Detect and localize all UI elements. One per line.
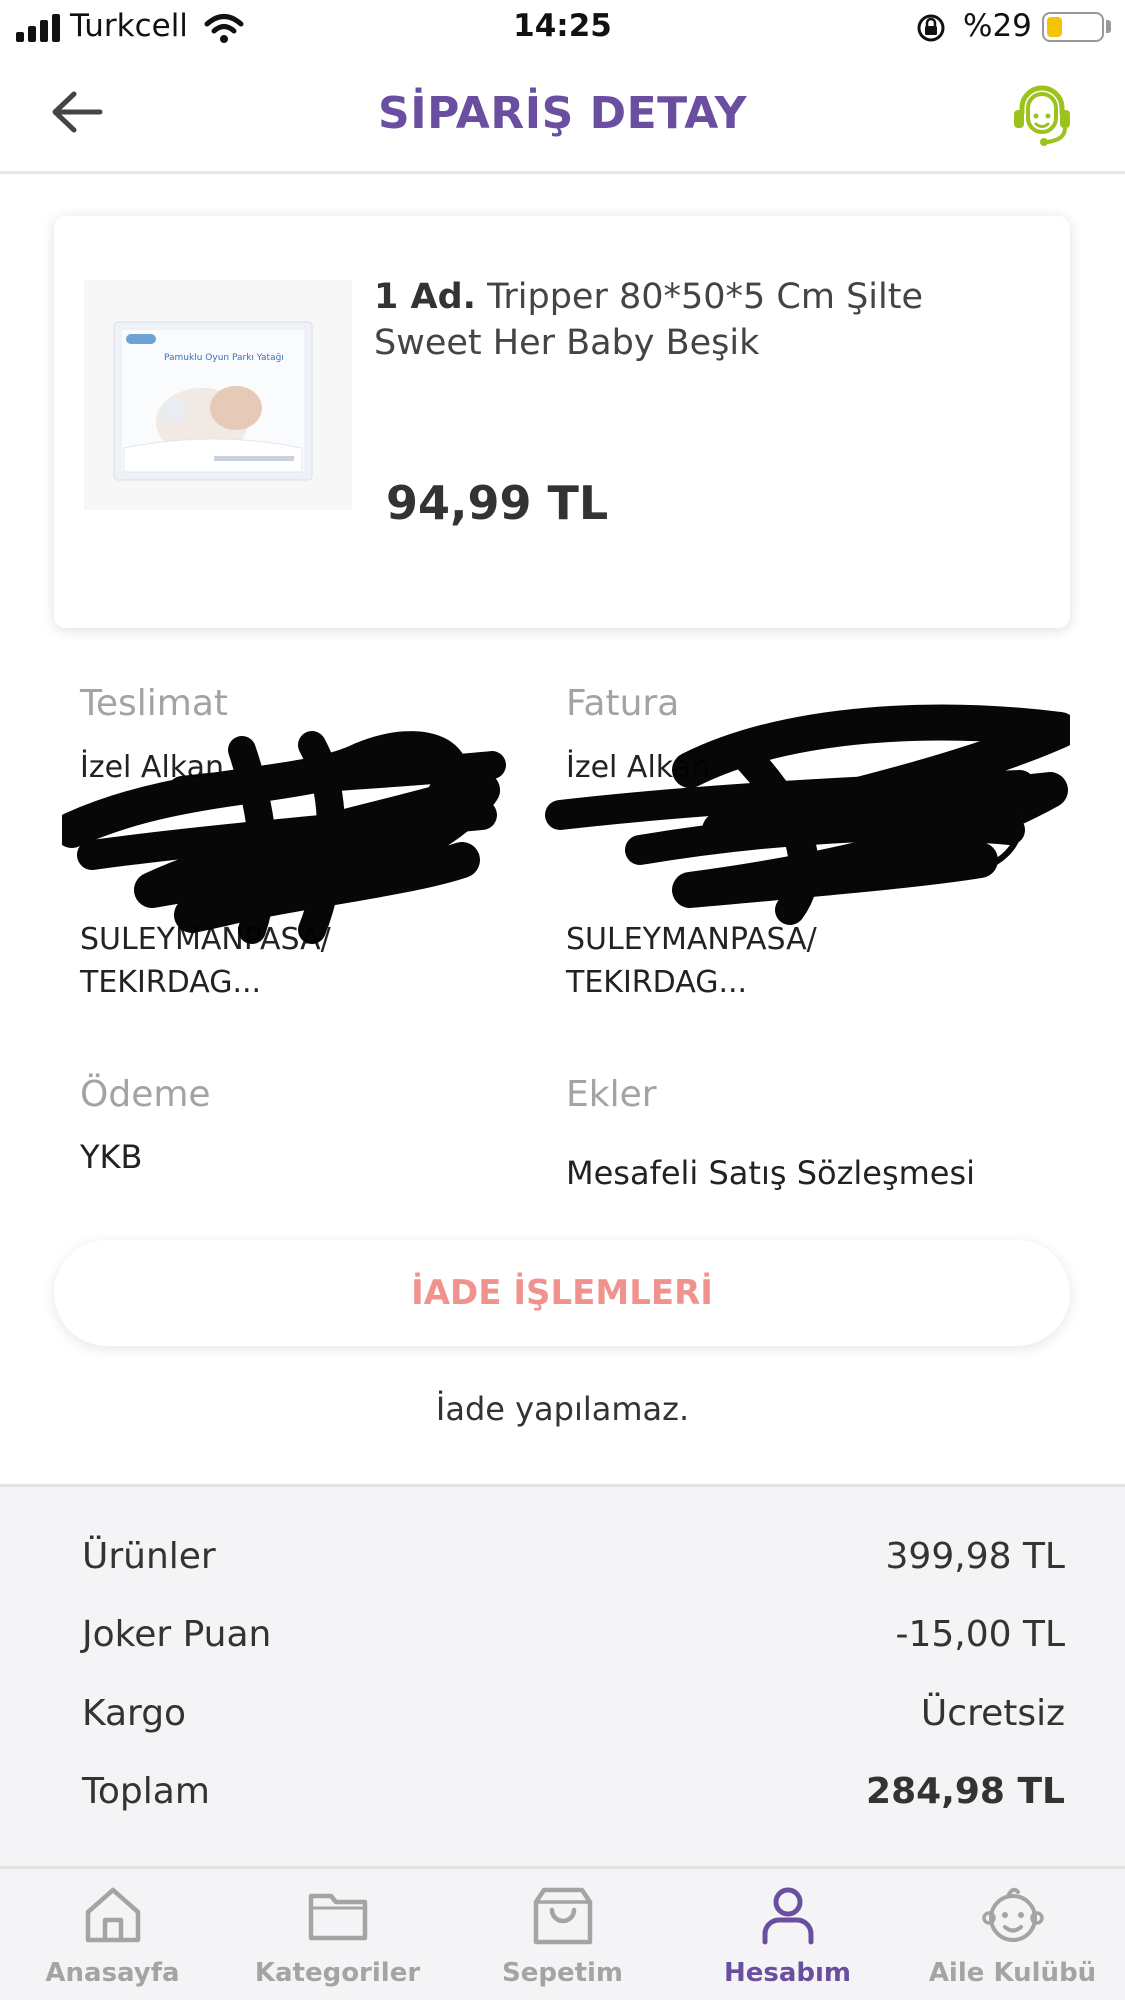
summary-label-toplam: Toplam bbox=[82, 1771, 210, 1812]
odeme-label: Ödeme bbox=[80, 1074, 211, 1115]
folder-icon bbox=[308, 1893, 367, 1941]
product-price: 94,99 TL bbox=[386, 476, 609, 530]
home-icon bbox=[85, 1887, 140, 1943]
tab-aile-kulubu[interactable]: Aile Kulübü bbox=[900, 1882, 1125, 1998]
summary-value-kargo: Ücretsiz bbox=[920, 1693, 1065, 1734]
product-thumbnail[interactable]: Pamuklu Oyun Parkı Yatağı bbox=[84, 280, 352, 510]
clock: 14:25 bbox=[513, 8, 612, 44]
tab-label: Kategoriler bbox=[254, 1958, 421, 1988]
battery-tip bbox=[1106, 20, 1111, 33]
odeme-value: YKB bbox=[80, 1138, 143, 1176]
battery-icon bbox=[1042, 12, 1104, 42]
summary-value-toplam: 284,98 TL bbox=[866, 1771, 1065, 1812]
summary-value-joker-puan: -15,00 TL bbox=[895, 1614, 1065, 1655]
address-line: TEKIRDAG... bbox=[80, 965, 262, 1000]
redaction-scribble bbox=[545, 704, 1070, 925]
status-bar: Turkcell 14:25 %29 bbox=[0, 0, 1125, 58]
mesafeli-satis-link[interactable]: Mesafeli Satış Sözleşmesi bbox=[566, 1152, 975, 1195]
ekler-label: Ekler bbox=[566, 1074, 657, 1115]
iade-note: İade yapılamaz. bbox=[435, 1390, 690, 1428]
tab-hesabim[interactable]: Hesabım bbox=[675, 1882, 900, 1998]
user-icon bbox=[762, 1887, 813, 1945]
page-title: SİPARİŞ DETAY bbox=[378, 88, 747, 139]
summary-label-urunler: Ürünler bbox=[82, 1536, 216, 1577]
iade-islemleri-button[interactable]: İADE İŞLEMLERİ bbox=[54, 1240, 1070, 1346]
tab-anasayfa[interactable]: Anasayfa bbox=[0, 1882, 225, 1998]
tab-kategoriler[interactable]: Kategoriler bbox=[225, 1882, 450, 1998]
headset-support-icon[interactable] bbox=[1010, 80, 1074, 150]
teslimat-label: Teslimat bbox=[80, 683, 229, 724]
redaction-scribble bbox=[62, 731, 506, 944]
battery-percentage: %29 bbox=[963, 8, 1032, 44]
tab-sepetim[interactable]: Sepetim bbox=[450, 1882, 675, 1998]
shopping-bag-icon bbox=[533, 1887, 592, 1945]
summary-label-joker-puan: Joker Puan bbox=[82, 1614, 272, 1655]
baby-face-icon bbox=[981, 1887, 1044, 1942]
product-quantity: 1 Ad. bbox=[374, 277, 476, 317]
thumbnail-caption: Pamuklu Oyun Parkı Yatağı bbox=[164, 353, 284, 363]
tab-label: Hesabım bbox=[723, 1958, 852, 1988]
tab-label: Sepetim bbox=[501, 1958, 624, 1988]
summary-label-kargo: Kargo bbox=[82, 1693, 187, 1734]
tab-label: Aile Kulübü bbox=[928, 1958, 1097, 1988]
address-line: TEKIRDAG... bbox=[566, 965, 748, 1000]
summary-value-urunler: 399,98 TL bbox=[885, 1536, 1065, 1577]
tab-label: Anasayfa bbox=[45, 1958, 180, 1988]
product-name[interactable]: 1 Ad. Tripper 80*50*5 Cm Şilte Sweet Her… bbox=[374, 274, 1034, 366]
rotation-lock-icon bbox=[917, 14, 945, 42]
